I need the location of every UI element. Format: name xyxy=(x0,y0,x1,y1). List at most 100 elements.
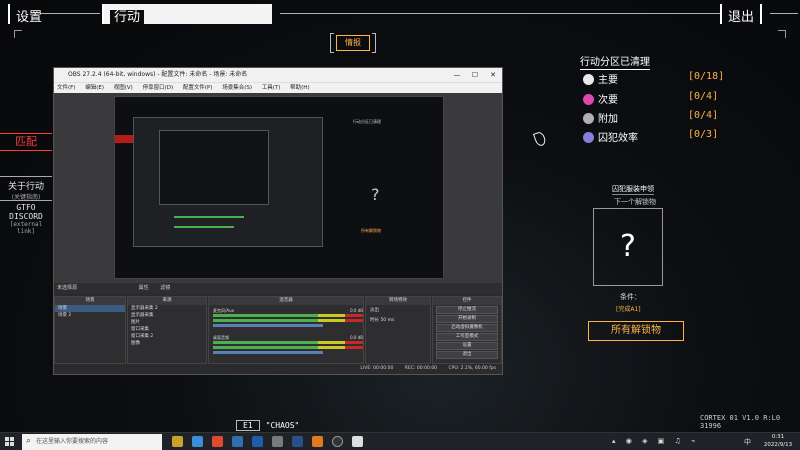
live-status: LIVE: 00:00:00 xyxy=(360,366,394,371)
objective-label: 主要 xyxy=(598,75,618,86)
objective-label: 附加 xyxy=(598,114,618,125)
menu-file[interactable]: 文件(F) xyxy=(57,85,75,91)
settings-button[interactable]: 设置 xyxy=(436,342,498,350)
obs-statusbar: LIVE: 00:00:00 REC: 00:00:00 CPU: 2.1%, … xyxy=(54,364,502,374)
frame-corner xyxy=(14,30,22,38)
mixer-channel: 麦克风/Aux 0.0 dB xyxy=(213,308,363,327)
scene-item[interactable]: 场景 2 xyxy=(55,312,125,319)
transitions-dock: 转场特效 淡出 时长 50 ms xyxy=(365,296,431,364)
app-icon[interactable] xyxy=(252,436,263,447)
about-expedition-button[interactable]: 关于行动 (关键指南) xyxy=(0,176,52,201)
obs-titlebar[interactable]: OBS 27.2.4 (64-bit, windows) - 配置文件: 未命名… xyxy=(54,68,502,82)
studio-mode-button[interactable]: 工作室模式 xyxy=(436,333,498,341)
source-item[interactable]: 窗口采集 xyxy=(128,326,206,333)
minimize-button[interactable]: — xyxy=(448,68,466,82)
app-icon[interactable] xyxy=(292,436,303,447)
transition-type-select[interactable]: 淡出 xyxy=(366,305,430,315)
source-item[interactable]: 显示器采集 xyxy=(128,312,206,319)
tab-action[interactable]: 行动 xyxy=(102,4,272,25)
edge-icon[interactable] xyxy=(192,436,203,447)
version-label: CORTEX 01 V1.0 R:L0 31996 xyxy=(700,414,781,430)
duration-label: 时长 xyxy=(370,318,379,323)
exit-button[interactable]: 退出 xyxy=(436,351,498,359)
menu-scene-collection[interactable]: 场景集合(S) xyxy=(222,85,252,91)
volume-slider[interactable] xyxy=(213,324,323,327)
app-icon[interactable] xyxy=(212,436,223,447)
source-toolbar: 未选择源 属性 滤镜 xyxy=(54,283,502,294)
objective-efficiency: 囚犯效率 xyxy=(583,129,638,144)
preview-all-unlocks: 所有解锁物 xyxy=(361,228,381,233)
mixer-channel: 桌面音频 0.0 dB xyxy=(213,335,363,354)
discord-link[interactable]: GTFO DISCORD [external link] xyxy=(0,200,52,235)
mini-meter xyxy=(174,216,244,218)
file-explorer-icon[interactable] xyxy=(172,436,183,447)
discord-sublabel: [external link] xyxy=(9,221,43,235)
tab-action-label: 行动 xyxy=(110,10,145,25)
objective-value: [0/18] xyxy=(688,71,725,82)
properties-button[interactable]: 属性 xyxy=(139,285,149,291)
about-label: 关于行动 xyxy=(7,182,44,192)
mixer-dock-title: 混音器 xyxy=(209,297,363,305)
expedition-label: E1 "CHAOS" xyxy=(236,420,299,431)
transitions-dock-title: 转场特效 xyxy=(366,297,430,305)
close-button[interactable]: ✕ xyxy=(484,68,502,82)
obs-icon[interactable] xyxy=(332,436,343,447)
menu-view[interactable]: 视图(V) xyxy=(114,85,133,91)
app-icon[interactable] xyxy=(312,436,323,447)
system-tray-icons[interactable]: ▴ ◉ ◈ ▣ ♫ ⌁ xyxy=(612,437,699,445)
obs-preview[interactable]: 行动分区已清理 ? 所有解锁物 xyxy=(54,93,502,283)
menu-profile[interactable]: 配置文件(P) xyxy=(183,85,213,91)
tab-settings[interactable]: 设置 xyxy=(8,4,48,25)
mouse-cursor-icon xyxy=(532,130,548,148)
prisoner-efficiency-icon xyxy=(583,132,594,143)
game-icon[interactable] xyxy=(352,436,363,447)
intel-button[interactable]: 情报 xyxy=(336,35,370,51)
source-item[interactable]: 窗口采集 2 xyxy=(128,333,206,340)
objective-value: [0/3] xyxy=(688,129,719,140)
unlock-condition-value: [完成A1] xyxy=(616,306,641,313)
app-icon[interactable] xyxy=(232,436,243,447)
taskbar: 在这里输入你要搜索的内容 ▴ ◉ ◈ ▣ ♫ ⌁ 中 0:31 2022/9/1… xyxy=(0,432,800,450)
taskbar-search-input[interactable]: 在这里输入你要搜索的内容 xyxy=(22,433,162,450)
artifact-subtitle: 下一个解锁物 xyxy=(614,198,656,206)
all-unlocks-button[interactable]: 所有解锁物 xyxy=(588,321,684,341)
objective-secondary: 次要 xyxy=(583,91,618,106)
obs-window[interactable]: OBS 27.2.4 (64-bit, windows) - 配置文件: 未命名… xyxy=(53,67,503,375)
maximize-button[interactable]: ☐ xyxy=(466,68,484,82)
rec-status: REC: 00:00:00 xyxy=(404,366,438,371)
source-item[interactable]: 显示器采集 2 xyxy=(128,305,206,312)
top-divider xyxy=(280,13,720,14)
unlock-condition-label: 条件： xyxy=(620,293,641,301)
menu-help[interactable]: 帮助(H) xyxy=(290,85,309,91)
objective-label: 囚犯效率 xyxy=(598,133,638,144)
obs-title: OBS 27.2.4 (64-bit, windows) - 配置文件: 未命名… xyxy=(68,71,248,78)
start-recording-button[interactable]: 开始录制 xyxy=(436,315,498,323)
menu-docks[interactable]: 停靠窗口(D) xyxy=(143,85,174,91)
source-item[interactable]: 图片 xyxy=(128,319,206,326)
obs-menubar: 文件(F) 编辑(E) 视图(V) 停靠窗口(D) 配置文件(P) 场景集合(S… xyxy=(54,82,502,93)
top-divider xyxy=(770,13,798,14)
sources-dock: 来源 显示器采集 2 显示器采集 图片 窗口采集 窗口采集 2 图像 xyxy=(127,296,207,364)
input-language[interactable]: 中 xyxy=(744,437,751,447)
channel-label: 麦克风/Aux xyxy=(213,308,234,313)
menu-edit[interactable]: 编辑(E) xyxy=(85,85,104,91)
no-source-label: 未选择源 xyxy=(57,285,78,291)
app-icon[interactable] xyxy=(272,436,283,447)
next-unlock-box[interactable]: ? xyxy=(593,208,663,286)
source-item[interactable]: 图像 xyxy=(128,340,206,347)
scene-item[interactable]: 场景 xyxy=(55,305,125,312)
controls-dock-title: 控件 xyxy=(433,297,501,305)
taskbar-clock[interactable]: 0:31 2022/9/13 xyxy=(760,433,796,449)
tab-exit[interactable]: 退出 xyxy=(720,4,763,25)
menu-tools[interactable]: 工具(T) xyxy=(262,85,281,91)
windows-start-icon[interactable] xyxy=(5,437,15,447)
clock-date: 2022/9/13 xyxy=(763,442,793,448)
virtual-camera-button[interactable]: 启动虚拟摄像机 xyxy=(436,324,498,332)
transition-duration[interactable]: 时长 50 ms xyxy=(366,315,430,325)
objective-value: [0/4] xyxy=(688,110,719,121)
volume-slider[interactable] xyxy=(213,351,323,354)
volume-meter xyxy=(213,314,363,317)
filters-button[interactable]: 滤镜 xyxy=(160,285,170,291)
match-button[interactable]: 匹配 xyxy=(0,133,52,151)
stop-streaming-button[interactable]: 停止推流 xyxy=(436,306,498,314)
